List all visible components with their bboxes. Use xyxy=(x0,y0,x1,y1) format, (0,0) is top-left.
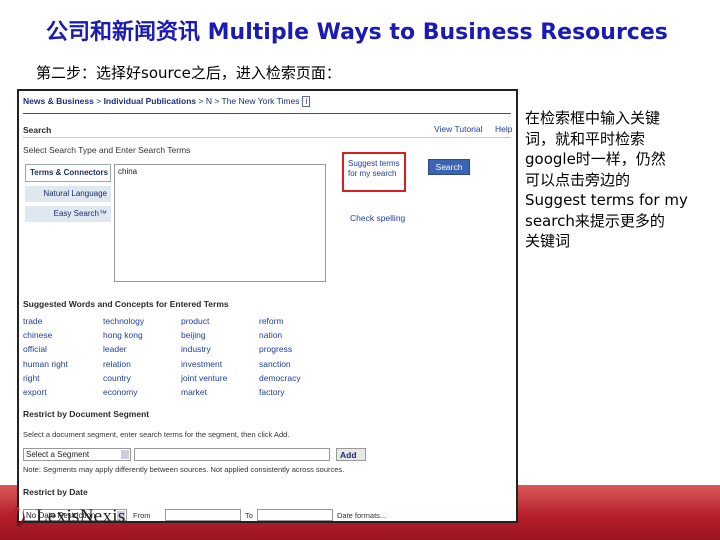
segment-terms-input[interactable] xyxy=(134,448,330,461)
suggested-term[interactable]: country xyxy=(103,373,183,387)
tab-easy-search[interactable]: Easy Search™ xyxy=(25,206,111,222)
step-instruction: 第二步：选择好source之后，进入检索页面： xyxy=(36,64,341,82)
suggested-column: technology hong kong leader relation cou… xyxy=(103,316,183,401)
suggested-term[interactable]: reform xyxy=(259,316,339,330)
embedded-screenshot: News & Business > Individual Publication… xyxy=(17,89,518,523)
suggested-term[interactable]: market xyxy=(181,387,261,401)
search-section-heading: Search xyxy=(23,125,52,135)
suggested-term[interactable]: sanction xyxy=(259,359,339,373)
slide-title: 公司和新闻资讯 Multiple Ways to Business Resour… xyxy=(46,20,668,45)
segment-note: Note: Segments may apply differently bet… xyxy=(23,465,345,474)
suggested-term[interactable]: chinese xyxy=(23,330,103,344)
tab-natural-language[interactable]: Natural Language xyxy=(25,186,111,202)
add-button[interactable]: Add xyxy=(336,448,366,461)
side-note-line: google时一样，仍然 xyxy=(525,150,666,168)
suggested-term[interactable]: right xyxy=(23,373,103,387)
suggested-column: trade chinese official human right right… xyxy=(23,316,103,401)
divider xyxy=(23,113,511,114)
side-note: 在检索框中输入关键 词，就和平时检索 google时一样，仍然 可以点击旁边的 … xyxy=(525,108,710,252)
tab-terms-connectors[interactable]: Terms & Connectors xyxy=(25,164,111,182)
side-note-line: Suggest terms for my xyxy=(525,191,688,209)
from-date-input[interactable] xyxy=(165,509,241,521)
suggested-term[interactable]: economy xyxy=(103,387,183,401)
breadcrumb: News & Business > Individual Publication… xyxy=(23,96,311,107)
side-note-line: search来提示更多的 xyxy=(525,211,665,230)
suggested-term[interactable]: factory xyxy=(259,387,339,401)
view-tutorial-link[interactable]: View Tutorial xyxy=(434,124,483,134)
suggested-term[interactable]: beijing xyxy=(181,330,261,344)
suggested-term[interactable]: relation xyxy=(103,359,183,373)
suggested-term[interactable]: joint venture xyxy=(181,373,261,387)
search-terms-textarea[interactable]: china xyxy=(114,164,326,282)
side-note-line: 关键词 xyxy=(525,232,571,250)
check-spelling-link[interactable]: Check spelling xyxy=(350,213,405,223)
lexisnexis-logo: LexisNexis xyxy=(6,505,126,529)
search-button[interactable]: Search xyxy=(428,159,470,175)
suggested-term[interactable]: export xyxy=(23,387,103,401)
restrict-segment-heading: Restrict by Document Segment xyxy=(23,409,150,419)
suggested-term[interactable]: human right xyxy=(23,359,103,373)
breadcrumb-sep: > xyxy=(93,96,104,106)
breadcrumb-news-business[interactable]: News & Business xyxy=(23,96,94,106)
suggested-term[interactable]: industry xyxy=(181,344,261,358)
help-link[interactable]: Help xyxy=(495,124,512,134)
suggested-term[interactable]: leader xyxy=(103,344,183,358)
suggested-term[interactable]: progress xyxy=(259,344,339,358)
suggested-column: product beijing industry investment join… xyxy=(181,316,261,401)
logo-text: LexisNexis xyxy=(36,506,126,527)
restrict-date-heading: Restrict by Date xyxy=(23,487,88,497)
segment-select-value: Select a Segment xyxy=(26,450,90,459)
to-date-input[interactable] xyxy=(257,509,333,521)
suggest-terms-link[interactable]: Suggest terms for my search xyxy=(342,152,406,192)
suggested-term[interactable]: democracy xyxy=(259,373,339,387)
info-icon[interactable]: i xyxy=(302,96,311,107)
segment-instruction: Select a document segment, enter search … xyxy=(23,430,290,439)
side-note-line: 可以点击旁边的 xyxy=(525,170,631,189)
suggested-term[interactable]: hong kong xyxy=(103,330,183,344)
suggested-term[interactable]: official xyxy=(23,344,103,358)
suggested-term[interactable]: trade xyxy=(23,316,103,330)
divider xyxy=(23,137,511,138)
breadcrumb-individual-publications[interactable]: Individual Publications xyxy=(104,96,197,106)
select-search-type-label: Select Search Type and Enter Search Term… xyxy=(23,145,191,155)
suggested-column: reform nation progress sanction democrac… xyxy=(259,316,339,401)
breadcrumb-n[interactable]: > N > xyxy=(196,96,221,106)
lexisnexis-swirl-icon xyxy=(11,507,25,527)
from-label: From xyxy=(133,511,151,520)
to-label: To xyxy=(245,511,253,520)
segment-select[interactable]: Select a Segment xyxy=(23,448,131,461)
suggested-term[interactable]: investment xyxy=(181,359,261,373)
suggested-term[interactable]: technology xyxy=(103,316,183,330)
suggested-term[interactable]: product xyxy=(181,316,261,330)
chevron-down-icon xyxy=(121,450,129,459)
search-type-tabs: Terms & Connectors Natural Language Easy… xyxy=(25,164,111,226)
date-formats-link[interactable]: Date formats... xyxy=(337,511,386,520)
suggested-words-heading: Suggested Words and Concepts for Entered… xyxy=(23,299,229,309)
side-note-line: 词，就和平时检索 xyxy=(525,129,646,148)
suggested-term[interactable]: nation xyxy=(259,330,339,344)
side-note-line: 在检索框中输入关键 xyxy=(525,109,661,127)
breadcrumb-current: The New York Times xyxy=(221,96,300,106)
